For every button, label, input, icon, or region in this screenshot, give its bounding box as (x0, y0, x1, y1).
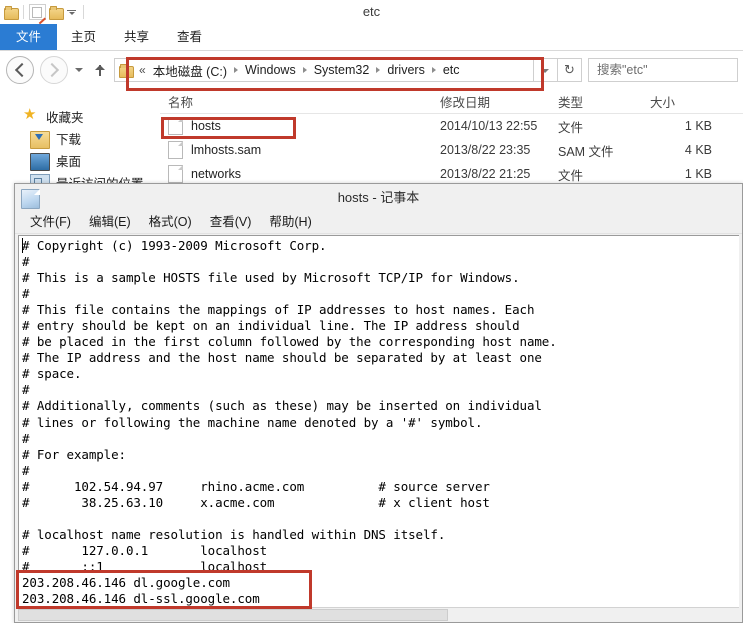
breadcrumb-item-system32[interactable]: System32 (313, 63, 371, 77)
sidebar-item-downloads[interactable]: 下载 (0, 127, 160, 149)
breadcrumb-item-drive[interactable]: 本地磁盘 (C:) (152, 61, 228, 80)
folder-icon[interactable] (4, 5, 19, 20)
address-folder-icon (119, 64, 134, 78)
file-name-label: hosts (191, 119, 221, 133)
customize-caret-icon[interactable] (66, 6, 78, 18)
text-caret (22, 238, 23, 253)
explorer-content: 收藏夹 下载 桌面 最近访问的位置 名称 修改日期 类型 大小 (0, 89, 743, 190)
chevron-right-icon[interactable] (431, 67, 436, 73)
chevron-right-icon[interactable] (376, 67, 381, 73)
vertical-scrollbar[interactable] (739, 235, 742, 608)
file-icon (168, 141, 183, 159)
forward-button[interactable] (40, 56, 68, 84)
breadcrumb: « 本地磁盘 (C:) Windows System32 drivers etc (139, 61, 461, 80)
sidebar-item-favorites[interactable]: 收藏夹 (0, 105, 160, 127)
breadcrumb-overflow-icon[interactable]: « (139, 63, 146, 77)
toolbar-divider (83, 5, 84, 19)
quick-access-toolbar (4, 2, 86, 22)
menu-view[interactable]: 查看(V) (201, 212, 261, 233)
tab-home[interactable]: 主页 (57, 24, 110, 50)
file-type-cell: SAM 文件 (558, 144, 614, 159)
notepad-title: hosts - 记事本 (337, 190, 420, 205)
back-arrow-icon (14, 62, 30, 78)
file-name-label: networks (191, 167, 242, 181)
file-list: 名称 修改日期 类型 大小 hosts 2014/10/13 22:55 文件 … (160, 89, 743, 190)
file-name-cell[interactable]: networks (160, 165, 432, 183)
forward-arrow-icon (44, 62, 60, 78)
menu-help[interactable]: 帮助(H) (260, 212, 320, 233)
tab-share[interactable]: 共享 (110, 24, 163, 50)
back-button[interactable] (6, 56, 34, 84)
star-icon (22, 105, 40, 124)
notepad-window: hosts - 记事本 文件(F) 编辑(E) 格式(O) 查看(V) 帮助(H… (14, 183, 743, 623)
file-size-cell: 1 KB (684, 119, 712, 133)
file-name-cell[interactable]: lmhosts.sam (160, 141, 432, 159)
menu-edit[interactable]: 编辑(E) (80, 212, 140, 233)
breadcrumb-item-windows[interactable]: Windows (244, 63, 297, 77)
sidebar-item-desktop[interactable]: 桌面 (0, 149, 160, 171)
sidebar-item-label: 下载 (56, 132, 82, 147)
horizontal-scrollbar-thumb[interactable] (18, 609, 448, 621)
chevron-right-icon[interactable] (234, 67, 238, 73)
file-size-cell: 1 KB (684, 167, 712, 181)
menu-file[interactable]: 文件(F) (21, 212, 80, 233)
up-button[interactable] (90, 57, 110, 83)
notepad-titlebar: hosts - 记事本 (15, 184, 742, 212)
file-type-cell: 文件 (558, 120, 584, 135)
table-row[interactable]: lmhosts.sam 2013/8/22 23:35 SAM 文件 4 KB (160, 138, 743, 162)
tab-view[interactable]: 查看 (163, 24, 216, 50)
file-explorer-window: etc 文件 主页 共享 查看 « 本地磁盘 (C:) Windows Syst… (0, 0, 743, 190)
file-icon (168, 165, 183, 183)
file-modified-cell: 2013/8/22 23:35 (440, 143, 531, 157)
menu-format[interactable]: 格式(O) (140, 212, 201, 233)
notepad-text-area[interactable]: # Copyright (c) 1993-2009 Microsoft Corp… (18, 235, 739, 608)
new-folder-icon[interactable] (49, 5, 64, 20)
navigation-pane: 收藏夹 下载 桌面 最近访问的位置 (0, 89, 160, 190)
downloads-icon (30, 131, 50, 149)
column-header-size[interactable]: 大小 (642, 92, 722, 111)
file-size-cell: 4 KB (684, 143, 712, 157)
sidebar-item-label: 收藏夹 (46, 110, 84, 125)
breadcrumb-item-etc[interactable]: etc (442, 63, 461, 77)
refresh-icon[interactable]: ↻ (558, 58, 582, 82)
chevron-right-icon[interactable] (302, 67, 307, 73)
hosts-file-content[interactable]: # Copyright (c) 1993-2009 Microsoft Corp… (19, 236, 739, 607)
file-name-cell[interactable]: hosts (160, 117, 432, 135)
ribbon-bar: 文件 主页 共享 查看 (0, 24, 743, 51)
window-title: etc (362, 4, 381, 19)
notepad-menubar: 文件(F) 编辑(E) 格式(O) 查看(V) 帮助(H) (15, 212, 742, 234)
column-header-type[interactable]: 类型 (550, 92, 642, 111)
search-input[interactable]: 搜索"etc" (588, 58, 738, 82)
file-modified-cell: 2014/10/13 22:55 (440, 119, 538, 133)
file-list-header: 名称 修改日期 类型 大小 (160, 89, 743, 114)
breadcrumb-item-drivers[interactable]: drivers (386, 63, 426, 77)
toolbar-divider (23, 5, 24, 19)
column-header-name[interactable]: 名称 (160, 92, 432, 111)
recent-locations-button[interactable] (72, 57, 88, 83)
address-bar[interactable]: « 本地磁盘 (C:) Windows System32 drivers etc (114, 58, 534, 82)
file-type-cell: 文件 (558, 168, 584, 183)
file-name-label: lmhosts.sam (191, 143, 262, 157)
tab-file[interactable]: 文件 (0, 24, 58, 50)
address-bar-row: « 本地磁盘 (C:) Windows System32 drivers etc… (0, 51, 743, 89)
file-icon (168, 117, 183, 135)
explorer-titlebar: etc (0, 0, 743, 25)
sidebar-item-label: 桌面 (56, 154, 82, 169)
file-modified-cell: 2013/8/22 21:25 (440, 167, 531, 181)
table-row[interactable]: hosts 2014/10/13 22:55 文件 1 KB (160, 114, 743, 138)
desktop-icon (30, 153, 50, 171)
horizontal-scrollbar[interactable] (18, 607, 739, 622)
column-header-modified[interactable]: 修改日期 (432, 92, 550, 111)
properties-icon[interactable] (29, 4, 46, 20)
address-dropdown-icon[interactable] (534, 58, 558, 82)
